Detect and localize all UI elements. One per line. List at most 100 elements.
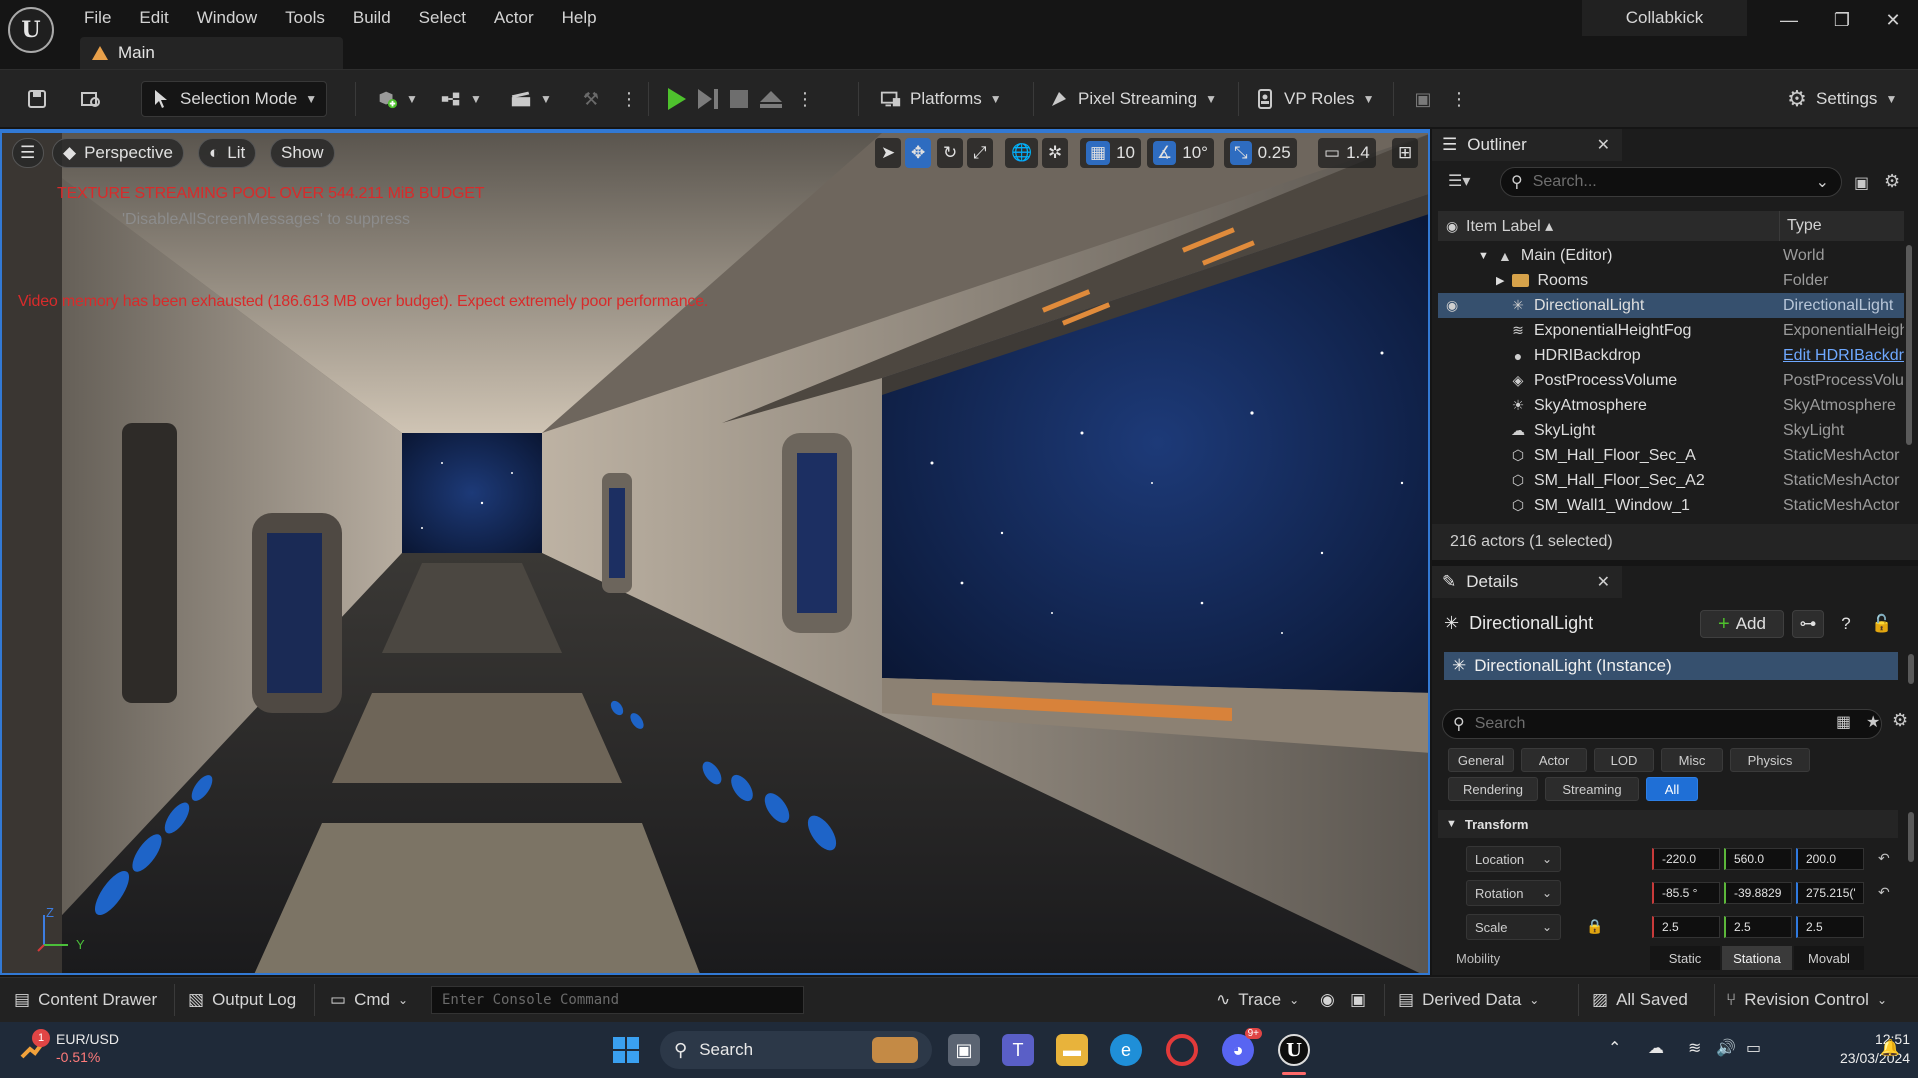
outliner-row[interactable]: ☀ SkyAtmosphere SkyAtmosphere [1438,393,1904,418]
rotation-z-field[interactable]: 275.215(' [1796,882,1864,904]
category-misc[interactable]: Misc [1661,748,1723,772]
trace-dropdown[interactable]: ∿ Trace ⌄ [1216,986,1299,1014]
mobility-static[interactable]: Static [1650,946,1720,970]
unreal-engine-icon[interactable]: U [1278,1034,1310,1066]
outliner-row[interactable]: ◉ ✳ DirectionalLight DirectionalLight [1438,293,1904,318]
mobility-movable[interactable]: Movabl [1794,946,1864,970]
type-column[interactable]: Type [1787,217,1822,235]
filter-button[interactable]: ☰▾ [1448,171,1470,191]
visibility-icon[interactable]: ◉ [1446,297,1458,314]
menu-build[interactable]: Build [339,4,405,32]
rotate-mode-button[interactable]: ↻ [937,138,964,168]
edge-icon[interactable]: e [1110,1034,1142,1066]
surface-snap-button[interactable]: ✲ [1042,138,1069,168]
battery-icon[interactable]: ▭ [1746,1038,1761,1058]
eject-icon[interactable] [760,90,782,108]
teams-icon[interactable]: T [1002,1034,1034,1066]
outliner-settings-button[interactable]: ⚙ [1884,171,1900,192]
task-view-icon[interactable]: ▣ [948,1034,980,1066]
viewport-menu-button[interactable]: ☰ [12,138,44,168]
outliner-row[interactable]: ▶ Rooms Folder [1438,268,1904,293]
close-window-button[interactable]: ✕ [1879,8,1907,32]
content-drawer-button[interactable]: ▤ Content Drawer [14,986,157,1014]
close-icon[interactable]: ✕ [1597,135,1610,155]
mobility-stationary[interactable]: Stationa [1722,946,1792,970]
scale-snap-toggle[interactable]: ⤡ 0.25 [1224,138,1297,168]
onedrive-icon[interactable]: ☁ [1648,1038,1664,1058]
menu-tools[interactable]: Tools [271,4,339,32]
cmd-dropdown[interactable]: ▭ Cmd ⌄ [330,986,408,1014]
coordinate-space-button[interactable]: 🌐 [1005,138,1039,168]
platforms-dropdown[interactable]: Platforms ▼ [872,81,1010,117]
location-z-field[interactable]: 200.0 [1796,848,1864,870]
show-dropdown[interactable]: Show [270,138,335,168]
rotation-x-field[interactable]: -85.5 ° [1652,882,1720,904]
more-options-button[interactable]: ⋮ [610,81,648,117]
chevron-up-icon[interactable]: ⌃ [1608,1038,1621,1058]
details-scrollbar[interactable] [1908,812,1914,862]
scale-y-field[interactable]: 2.5 [1724,916,1792,938]
camera-speed-button[interactable]: ▭ 1.4 [1318,138,1376,168]
discord-icon[interactable]: ◕ 9+ [1222,1028,1262,1066]
help-button[interactable]: ? [1832,610,1860,638]
chevron-right-icon[interactable]: ▶ [1496,274,1504,287]
chevron-down-icon[interactable]: ▼ [1478,250,1489,262]
minimize-button[interactable]: — [1775,8,1803,32]
save-button[interactable] [18,81,56,117]
vp-roles-dropdown[interactable]: VP Roles ▼ [1246,81,1382,117]
category-lod[interactable]: LOD [1594,748,1654,772]
blueprint-button[interactable]: ⊶ [1792,610,1824,638]
kebab-menu-icon[interactable]: ⋮ [794,88,816,110]
scene-render[interactable] [2,133,1430,975]
location-y-field[interactable]: 560.0 [1724,848,1792,870]
outliner-row[interactable]: ⬡ SM_Wall1_Window_1 StaticMeshActor [1438,493,1904,518]
details-tab[interactable]: ✎ Details ✕ [1432,566,1622,598]
select-mode-button[interactable]: ➤ [875,138,902,168]
output-log-button[interactable]: ▧ Output Log [188,986,296,1014]
maximize-button[interactable]: ❐ [1828,8,1856,32]
close-icon[interactable]: ✕ [1597,572,1610,592]
menu-select[interactable]: Select [405,4,480,32]
location-x-field[interactable]: -220.0 [1652,848,1720,870]
component-row[interactable]: ✳ DirectionalLight (Instance) [1444,652,1898,680]
rotation-dropdown[interactable]: Rotation ⌄ [1466,880,1561,906]
menu-actor[interactable]: Actor [480,4,548,32]
outliner-tab[interactable]: ☰ Outliner ✕ [1432,129,1622,161]
opera-icon[interactable] [1166,1034,1198,1066]
record-button[interactable]: ◉ [1320,986,1335,1014]
translate-mode-button[interactable]: ✥ [905,138,932,168]
taskbar-search-box[interactable]: ⚲ Search [660,1031,932,1069]
blueprints-button[interactable]: ▼ [432,81,490,117]
outliner-row[interactable]: ☁ SkyLight SkyLight [1438,418,1904,443]
save-all-button[interactable]: ▨ All Saved [1592,986,1688,1014]
menu-help[interactable]: Help [548,4,611,32]
scale-mode-button[interactable]: ⤢ [967,138,993,168]
pixel-streaming-dropdown[interactable]: Pixel Streaming ▼ [1040,81,1225,117]
menu-edit[interactable]: Edit [125,4,182,32]
view-mode-dropdown[interactable]: ◐ Lit [198,138,257,168]
snapshot-button[interactable]: ▣ [1350,986,1366,1014]
details-search-input[interactable]: ⚲ Search [1442,709,1882,739]
menu-window[interactable]: Window [183,4,271,32]
outliner-row[interactable]: ⬡ SM_Hall_Floor_Sec_A StaticMeshActor [1438,443,1904,468]
component-scrollbar[interactable] [1908,654,1914,684]
stop-icon[interactable] [730,90,748,108]
console-command-input[interactable]: Enter Console Command [431,986,804,1014]
wifi-icon[interactable]: ≋ [1688,1038,1701,1058]
category-actor[interactable]: Actor [1521,748,1587,772]
file-explorer-icon[interactable]: ▬ [1056,1034,1088,1066]
outliner-row[interactable]: ◈ PostProcessVolume PostProcessVolume [1438,368,1904,393]
outliner-row[interactable]: ▼ ▲ Main (Editor) World [1438,243,1904,268]
lock-button[interactable]: 🔓 [1868,610,1896,638]
transform-section-header[interactable]: ▼ Transform [1438,810,1898,838]
more-options-button[interactable]: ⋮ [1440,81,1478,117]
multi-user-button[interactable]: ▣ [1404,81,1442,117]
outliner-scrollbar[interactable] [1906,245,1912,445]
category-general[interactable]: General [1448,748,1514,772]
rotation-snap-toggle[interactable]: ∡ 10° [1147,138,1214,168]
perspective-dropdown[interactable]: ◆ Perspective [52,138,184,168]
windows-start-icon[interactable] [610,1034,642,1066]
notification-bell-icon[interactable]: 🔔 [1880,1038,1900,1058]
modeling-button[interactable]: ⚒ [572,81,610,117]
lock-icon[interactable]: 🔒 [1586,918,1603,935]
